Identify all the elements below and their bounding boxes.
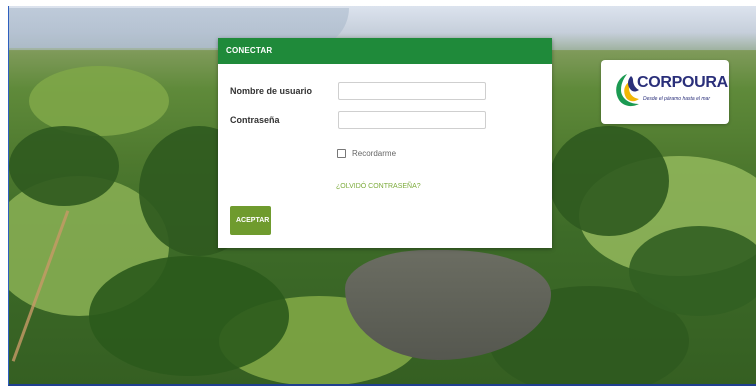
dialog-header: CONECTAR <box>218 38 552 64</box>
remember-checkbox[interactable] <box>337 149 346 158</box>
remember-label: Recordarme <box>352 149 397 158</box>
username-input[interactable] <box>338 82 486 100</box>
tree-cluster <box>549 126 669 236</box>
password-input[interactable] <box>338 111 486 129</box>
password-label: Contraseña <box>230 115 280 125</box>
screen: CONECTAR Nombre de usuario Contraseña Re… <box>0 0 756 386</box>
username-row: Nombre de usuario <box>230 82 486 100</box>
brand-tagline: Desde el páramo hasta el mar <box>643 96 710 102</box>
username-label: Nombre de usuario <box>230 86 313 96</box>
tree-cluster <box>629 226 756 316</box>
tree-cluster <box>9 126 119 206</box>
login-dialog: CONECTAR Nombre de usuario Contraseña Re… <box>218 38 552 248</box>
forgot-password-link[interactable]: ¿OLVIDÓ CONTRASEÑA? <box>336 183 421 190</box>
corpouraba-logo: CORPOURABA Desde el páramo hasta el mar <box>601 60 729 124</box>
remember-me[interactable]: Recordarme <box>337 149 396 158</box>
tree-cluster <box>89 256 289 376</box>
accept-button[interactable]: ACEPTAR <box>230 206 271 235</box>
brand-name: CORPOURABA <box>637 74 729 91</box>
grass-field <box>29 66 169 136</box>
password-row: Contraseña <box>230 111 486 129</box>
